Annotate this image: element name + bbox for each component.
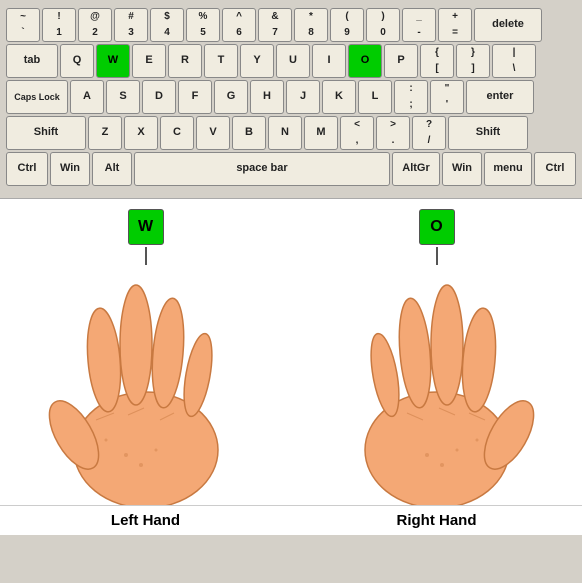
key-2-4[interactable]: F [178, 80, 212, 114]
key-3-5[interactable]: B [232, 116, 266, 150]
right-hand-label: Right Hand [291, 505, 582, 535]
left-hand-label: Left Hand [0, 505, 291, 535]
key-2-9[interactable]: L [358, 80, 392, 114]
key-0-13[interactable]: delete [474, 8, 542, 42]
right-key-indicator: O [419, 209, 455, 245]
key-4-7[interactable]: Ctrl [534, 152, 576, 186]
key-1-6[interactable]: Y [240, 44, 274, 78]
key-row-3: ShiftZXCVBNM<,>.?/Shift [6, 116, 576, 150]
key-4-3[interactable]: space bar [134, 152, 390, 186]
key-4-1[interactable]: Win [50, 152, 90, 186]
key-1-7[interactable]: U [276, 44, 310, 78]
key-0-12[interactable]: += [438, 8, 472, 42]
key-0-3[interactable]: #3 [114, 8, 148, 42]
key-row-1: tabQWERTYUIOP{[}]|\ [6, 44, 576, 78]
key-0-6[interactable]: ^6 [222, 8, 256, 42]
key-row-2: Caps LockASDFGHJKL:;"'enter [6, 80, 576, 114]
key-0-5[interactable]: %5 [186, 8, 220, 42]
key-3-8[interactable]: <, [340, 116, 374, 150]
key-1-3[interactable]: E [132, 44, 166, 78]
key-3-3[interactable]: C [160, 116, 194, 150]
key-0-10[interactable]: )0 [366, 8, 400, 42]
key-1-13[interactable]: |\ [492, 44, 536, 78]
key-2-5[interactable]: G [214, 80, 248, 114]
key-0-4[interactable]: $4 [150, 8, 184, 42]
right-connector [436, 247, 438, 265]
key-3-1[interactable]: Z [88, 116, 122, 150]
right-hand-image [291, 265, 582, 505]
key-2-8[interactable]: K [322, 80, 356, 114]
key-2-3[interactable]: D [142, 80, 176, 114]
key-4-4[interactable]: AltGr [392, 152, 440, 186]
right-hand-svg [337, 265, 537, 505]
key-1-11[interactable]: {[ [420, 44, 454, 78]
key-1-8[interactable]: I [312, 44, 346, 78]
key-2-1[interactable]: A [70, 80, 104, 114]
key-4-5[interactable]: Win [442, 152, 482, 186]
key-1-4[interactable]: R [168, 44, 202, 78]
key-row-0: ~`!1@2#3$4%5^6&7*8(9)0_-+=delete [6, 8, 576, 42]
keyboard: ~`!1@2#3$4%5^6&7*8(9)0_-+=deletetabQWERT… [0, 0, 582, 199]
key-0-11[interactable]: _- [402, 8, 436, 42]
key-1-9[interactable]: O [348, 44, 382, 78]
left-key-indicator: W [128, 209, 164, 245]
key-0-9[interactable]: (9 [330, 8, 364, 42]
right-hand-container: O [291, 209, 582, 505]
key-3-6[interactable]: N [268, 116, 302, 150]
key-1-12[interactable]: }] [456, 44, 490, 78]
left-hand-container: W [0, 209, 291, 505]
key-2-10[interactable]: :; [394, 80, 428, 114]
left-connector [145, 247, 147, 265]
key-0-0[interactable]: ~` [6, 8, 40, 42]
key-0-1[interactable]: !1 [42, 8, 76, 42]
key-3-10[interactable]: ?/ [412, 116, 446, 150]
key-3-4[interactable]: V [196, 116, 230, 150]
key-1-1[interactable]: Q [60, 44, 94, 78]
left-hand-svg [46, 265, 246, 505]
key-3-7[interactable]: M [304, 116, 338, 150]
key-2-7[interactable]: J [286, 80, 320, 114]
key-0-7[interactable]: &7 [258, 8, 292, 42]
key-1-0[interactable]: tab [6, 44, 58, 78]
key-2-11[interactable]: "' [430, 80, 464, 114]
key-2-0[interactable]: Caps Lock [6, 80, 68, 114]
key-3-2[interactable]: X [124, 116, 158, 150]
key-0-2[interactable]: @2 [78, 8, 112, 42]
key-3-11[interactable]: Shift [448, 116, 528, 150]
key-4-2[interactable]: Alt [92, 152, 132, 186]
bottom-labels: Left Hand Right Hand [0, 505, 582, 535]
key-2-2[interactable]: S [106, 80, 140, 114]
key-1-10[interactable]: P [384, 44, 418, 78]
key-3-9[interactable]: >. [376, 116, 410, 150]
key-2-12[interactable]: enter [466, 80, 534, 114]
key-4-6[interactable]: menu [484, 152, 532, 186]
key-0-8[interactable]: *8 [294, 8, 328, 42]
key-row-4: CtrlWinAltspace barAltGrWinmenuCtrl [6, 152, 576, 186]
key-4-0[interactable]: Ctrl [6, 152, 48, 186]
key-3-0[interactable]: Shift [6, 116, 86, 150]
key-2-6[interactable]: H [250, 80, 284, 114]
key-1-2[interactable]: W [96, 44, 130, 78]
hands-area: W [0, 199, 582, 505]
left-hand-image [0, 265, 291, 505]
key-1-5[interactable]: T [204, 44, 238, 78]
